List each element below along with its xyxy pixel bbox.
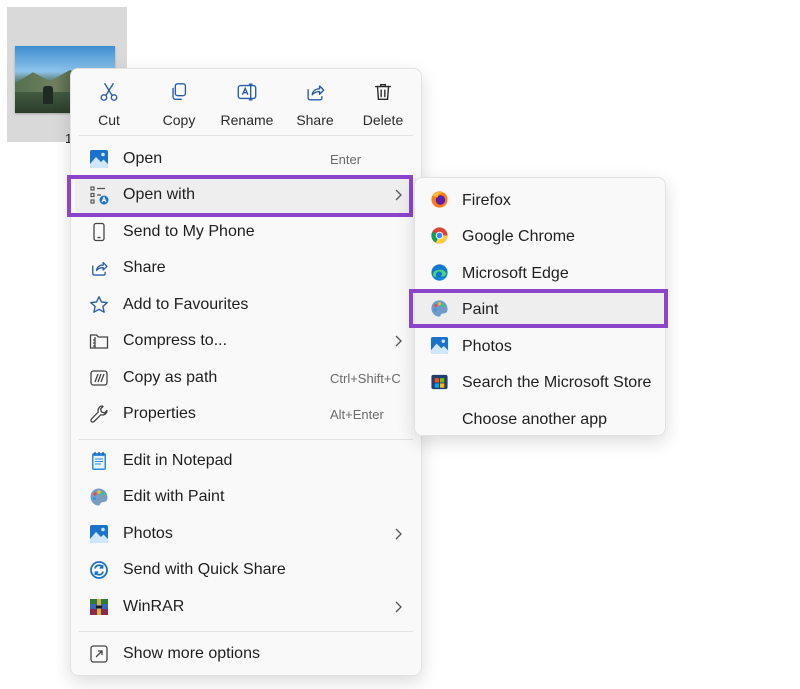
cut-label: Cut	[98, 112, 120, 128]
submenu-item-search-microsoft-store[interactable]: Search the Microsoft Store	[415, 364, 665, 400]
menu-item-copy-as-path[interactable]: Copy as path Ctrl+Shift+C	[75, 360, 417, 396]
submenu-item-label: Microsoft Edge	[462, 265, 569, 282]
chevron-right-icon	[395, 335, 402, 347]
menu-item-label: Properties	[123, 405, 196, 422]
divider	[79, 135, 413, 136]
submenu-item-label: Choose another app	[462, 411, 607, 428]
menu-item-label: Add to Favourites	[123, 296, 249, 313]
share-button[interactable]: Share	[281, 69, 349, 135]
copy-path-icon	[90, 370, 108, 386]
menu-item-label: Edit in Notepad	[123, 452, 233, 469]
phone-icon	[93, 222, 105, 242]
menu-item-properties[interactable]: Properties Alt+Enter	[75, 396, 417, 432]
submenu-item-label: Photos	[462, 338, 512, 355]
menu-item-winrar[interactable]: WinRAR	[75, 589, 417, 625]
share-icon	[307, 85, 325, 101]
menu-item-label: Edit with Paint	[123, 488, 225, 505]
trash-icon	[374, 83, 392, 101]
menu-item-label: Share	[123, 259, 166, 276]
context-toolbar: Cut Copy Rename Share Delete	[71, 69, 421, 135]
submenu-item-google-chrome[interactable]: Google Chrome	[415, 218, 665, 254]
menu-item-edit-in-notepad[interactable]: Edit in Notepad	[75, 443, 417, 479]
star-icon	[90, 296, 108, 313]
rename-icon	[237, 83, 257, 101]
menu-item-label: Show more options	[123, 645, 260, 662]
delete-label: Delete	[362, 112, 404, 128]
chevron-right-icon	[395, 528, 402, 540]
submenu-item-firefox[interactable]: Firefox	[415, 182, 665, 218]
menu-item-label: Photos	[123, 525, 173, 542]
submenu-item-label: Search the Microsoft Store	[462, 374, 652, 391]
more-options-icon	[90, 645, 108, 663]
firefox-icon	[431, 191, 448, 208]
menu-item-show-more-options[interactable]: Show more options	[75, 636, 417, 672]
menu-item-send-to-phone[interactable]: Send to My Phone	[75, 214, 417, 250]
menu-item-edit-with-paint[interactable]: Edit with Paint	[75, 479, 417, 515]
scissors-icon	[100, 83, 118, 101]
menu-item-send-with-quick-share[interactable]: Send with Quick Share	[75, 552, 417, 588]
zip-folder-icon	[89, 334, 109, 349]
shortcut-text: Enter	[330, 152, 362, 167]
submenu-item-choose-another-app[interactable]: Choose another app	[415, 401, 665, 437]
menu-item-photos[interactable]: Photos	[75, 516, 417, 552]
menu-item-label: Send to My Phone	[123, 223, 255, 240]
paint-icon	[90, 488, 108, 506]
shortcut-text: Ctrl+Shift+C	[330, 371, 401, 386]
quick-share-icon	[90, 561, 108, 579]
context-menu: Cut Copy Rename Share Delete Open Enter …	[70, 68, 422, 676]
photos-app-icon	[90, 525, 108, 543]
delete-button[interactable]: Delete	[349, 69, 417, 135]
copy-icon	[172, 83, 187, 101]
edge-icon	[431, 264, 448, 281]
photos-app-icon	[90, 150, 108, 168]
menu-item-compress-to[interactable]: Compress to...	[75, 323, 417, 359]
menu-item-label: Compress to...	[123, 332, 228, 349]
copy-label: Copy	[162, 112, 196, 128]
menu-item-share[interactable]: Share	[75, 250, 417, 286]
menu-item-label: Copy as path	[123, 369, 218, 386]
chevron-right-icon	[395, 601, 402, 613]
submenu-item-label: Google Chrome	[462, 228, 575, 245]
submenu-item-photos[interactable]: Photos	[415, 328, 665, 364]
submenu-item-label: Firefox	[462, 192, 511, 209]
menu-item-label: Send with Quick Share	[123, 561, 286, 578]
winrar-icon	[90, 599, 108, 615]
rename-label: Rename	[220, 112, 274, 128]
rename-button[interactable]: Rename	[213, 69, 281, 135]
menu-item-open[interactable]: Open Enter	[75, 141, 417, 177]
cut-button[interactable]: Cut	[75, 69, 143, 135]
wrench-icon	[90, 405, 108, 423]
microsoft-store-icon	[431, 374, 448, 390]
shortcut-text: Alt+Enter	[330, 407, 384, 422]
highlight-box-open-with	[67, 175, 413, 217]
chrome-icon	[431, 227, 448, 244]
menu-item-add-to-favourites[interactable]: Add to Favourites	[75, 287, 417, 323]
highlight-box-paint	[409, 289, 668, 328]
menu-item-label: Open	[123, 150, 163, 167]
share-icon	[92, 261, 108, 276]
divider	[79, 439, 413, 440]
photos-app-icon	[430, 336, 449, 355]
copy-button[interactable]: Copy	[145, 69, 213, 135]
divider	[79, 631, 413, 632]
share-label: Share	[296, 112, 334, 128]
submenu-item-microsoft-edge[interactable]: Microsoft Edge	[415, 255, 665, 291]
menu-item-label: WinRAR	[123, 598, 185, 615]
notepad-icon	[92, 452, 106, 470]
